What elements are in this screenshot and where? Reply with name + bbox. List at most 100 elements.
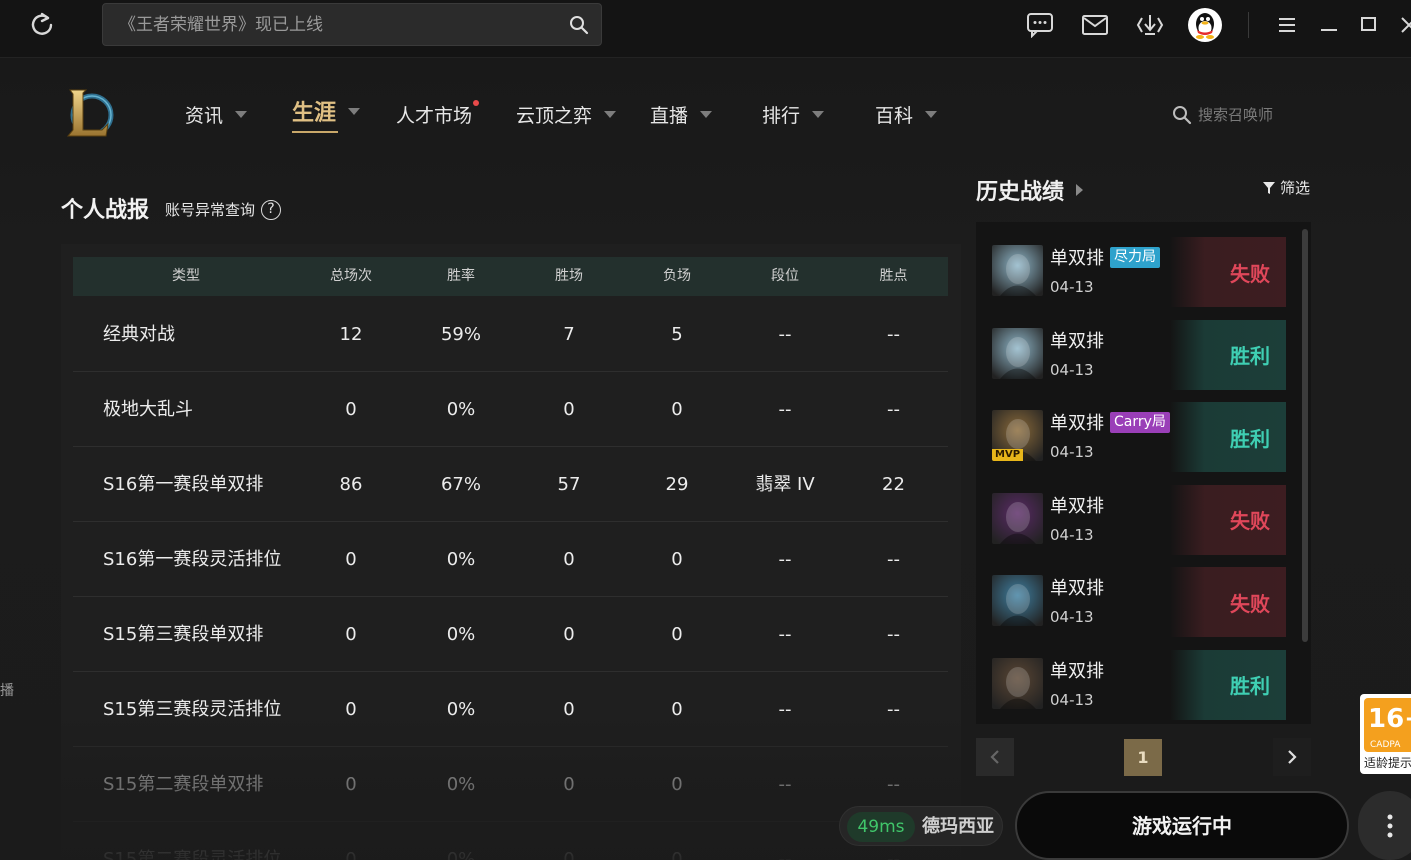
table-cell: -- <box>778 624 792 645</box>
chevron-down-icon <box>700 110 713 118</box>
page-number[interactable]: 1 <box>1124 739 1162 776</box>
user-avatar[interactable] <box>1188 8 1222 42</box>
table-cell: 86 <box>339 474 363 495</box>
prev-page-button[interactable] <box>976 738 1014 776</box>
minimize-icon[interactable] <box>1314 10 1344 40</box>
title-bar <box>0 0 1411 58</box>
match-result: 失败 <box>1170 567 1286 637</box>
column-header: 总场次 <box>330 268 372 284</box>
nav-news[interactable]: 资讯 <box>185 96 248 132</box>
summoner-search[interactable] <box>1170 100 1310 130</box>
table-cell: 0% <box>446 624 476 645</box>
account-query-label[interactable]: 账号异常查询 <box>165 199 255 220</box>
champion-portrait <box>992 245 1043 296</box>
history-title-label[interactable]: 历史战绩 <box>976 174 1064 206</box>
table-cell: -- <box>887 399 900 420</box>
filter-label[interactable]: 筛选 <box>1280 177 1310 198</box>
chat-icon[interactable] <box>1025 10 1055 40</box>
summoner-search-input[interactable] <box>1198 100 1308 130</box>
nav-wiki[interactable]: 百科 <box>875 96 938 132</box>
table-cell: 0 <box>671 399 683 420</box>
notification-dot <box>473 100 480 106</box>
play-button[interactable]: 游戏运行中 <box>1015 791 1349 860</box>
match-history-item[interactable]: 单双排 04-13 失败 <box>992 567 1286 645</box>
table-cell: 0 <box>671 624 683 645</box>
table-row: 极地大乱斗 0 0% 0 0 -- -- <box>73 372 948 447</box>
filter-button[interactable]: 筛选 <box>1262 177 1310 198</box>
column-header: 胜率 <box>447 268 475 284</box>
next-page-button[interactable] <box>1273 738 1311 776</box>
column-header: 类型 <box>172 268 200 284</box>
nav-ranking[interactable]: 排行 <box>762 96 825 132</box>
lol-logo[interactable] <box>62 84 116 142</box>
match-history-item[interactable]: 单双排 04-13 胜利 <box>992 319 1286 398</box>
table-cell: 57 <box>557 474 581 495</box>
chevron-down-icon <box>348 107 361 115</box>
nav-career[interactable]: 生涯 <box>292 93 361 133</box>
match-date: 04-13 <box>1050 690 1094 709</box>
table-cell: 0 <box>345 549 357 570</box>
age-rating-badge: 16+CADPA 适龄提示 <box>1360 694 1411 774</box>
search-icon[interactable] <box>569 15 589 35</box>
global-search-box[interactable] <box>102 3 602 46</box>
table-cell: 0 <box>345 849 357 860</box>
download-icon[interactable] <box>1135 10 1165 40</box>
match-result: 失败 <box>1170 237 1286 307</box>
row-type: S15第三赛段灵活排位 <box>103 699 282 720</box>
chevron-down-icon <box>925 110 938 118</box>
history-scrollbar[interactable] <box>1302 229 1308 642</box>
table-cell: 29 <box>665 474 689 495</box>
table-cell: 0 <box>563 399 575 420</box>
chevron-right-icon <box>1076 184 1084 196</box>
match-history-item[interactable]: 单双排 尽力局 04-13 失败 <box>992 237 1286 315</box>
table-cell: 0 <box>563 849 575 860</box>
search-icon[interactable] <box>1172 105 1192 125</box>
table-row: 经典对战 12 59% 7 5 -- -- <box>73 297 948 372</box>
table-cell: 0% <box>446 549 476 570</box>
side-edge-text: 播 <box>0 683 14 699</box>
page-title: 个人战报 <box>61 198 150 223</box>
menu-icon[interactable] <box>1272 10 1302 40</box>
champion-portrait <box>992 327 1043 379</box>
table-cell: -- <box>778 399 792 420</box>
table-cell: 0 <box>563 774 575 795</box>
match-history-item[interactable]: 单双排 04-13 胜利 <box>992 649 1286 728</box>
nav-talent-market[interactable]: 人才市场 <box>396 96 480 132</box>
table-cell: 0 <box>563 699 575 720</box>
table-cell: 0% <box>446 399 476 420</box>
nav-live[interactable]: 直播 <box>650 96 713 132</box>
table-cell: -- <box>887 324 900 345</box>
table-cell: 0 <box>671 849 683 860</box>
close-icon[interactable] <box>1394 10 1411 40</box>
column-header: 段位 <box>771 268 799 284</box>
help-icon[interactable]: ? <box>261 199 282 220</box>
age-rating-hint: 适龄提示 <box>1364 756 1411 770</box>
match-date: 04-13 <box>1050 443 1094 461</box>
match-history-item[interactable]: MVP 单双排 Carry局 04-13 胜利 <box>992 402 1286 480</box>
history-title[interactable]: 历史战绩 <box>976 174 1084 206</box>
table-cell: 0 <box>671 549 683 570</box>
nav-tft[interactable]: 云顶之弈 <box>516 96 617 132</box>
match-date: 04-13 <box>1050 608 1094 626</box>
table-cell: -- <box>887 624 900 645</box>
row-type: S15第二赛段灵活排位 <box>103 849 282 860</box>
match-mode: 单双排 <box>1050 330 1104 352</box>
champion-portrait <box>992 575 1043 626</box>
table-cell: 0% <box>446 699 476 720</box>
table-cell: 7 <box>563 324 575 345</box>
account-query-link[interactable]: 账号异常查询? <box>165 199 282 220</box>
server-name: 德玛西亚 <box>922 816 994 837</box>
match-history-item[interactable]: 单双排 04-13 失败 <box>992 484 1286 563</box>
server-status[interactable]: 49ms 德玛西亚 <box>839 806 1003 846</box>
maximize-icon[interactable] <box>1354 10 1384 40</box>
match-mode: 单双排 Carry局 <box>1050 409 1170 435</box>
column-header: 负场 <box>663 268 691 284</box>
table-row: S16第一赛段单双排 86 67% 57 29 翡翠 IV 22 <box>73 447 948 522</box>
champion-portrait: MVP <box>992 410 1043 461</box>
mail-icon[interactable] <box>1080 10 1110 40</box>
match-tag: 尽力局 <box>1110 246 1160 268</box>
refresh-icon[interactable] <box>28 10 56 38</box>
more-options-button[interactable] <box>1358 791 1411 860</box>
match-result: 胜利 <box>1170 649 1286 720</box>
global-search-input[interactable] <box>119 4 559 45</box>
